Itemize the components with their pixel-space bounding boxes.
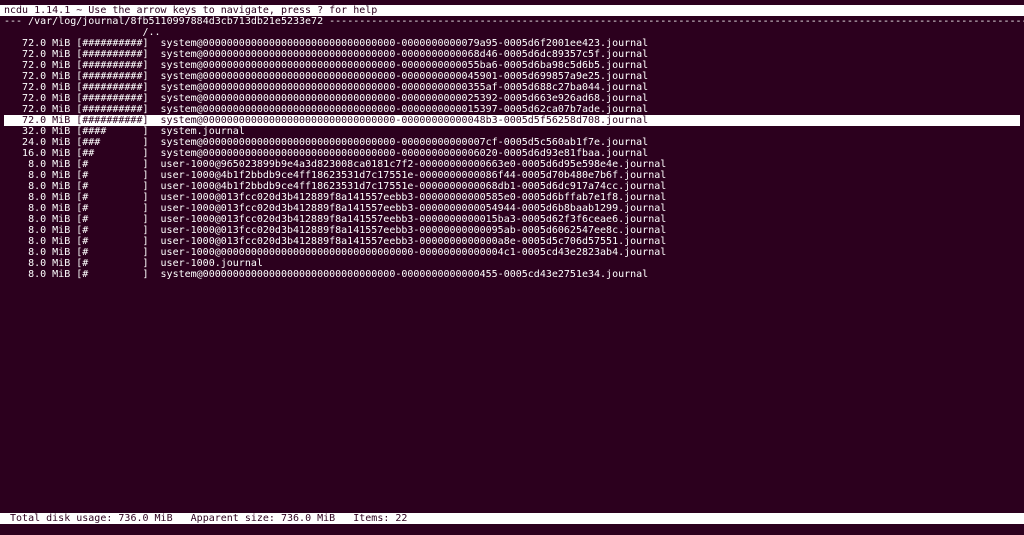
list-item[interactable]: 72.0 MiB [##########] system@00000000000… xyxy=(0,38,1024,49)
list-item[interactable]: 72.0 MiB [##########] system@00000000000… xyxy=(0,82,1024,93)
list-item[interactable]: 8.0 MiB [# ] user-1000@4b1f2bbdb9ce4ff18… xyxy=(0,181,1024,192)
app-header: ncdu 1.14.1 ~ Use the arrow keys to navi… xyxy=(0,5,1024,16)
list-item[interactable]: 8.0 MiB [# ] user-1000.journal xyxy=(0,258,1024,269)
path-prefix: --- xyxy=(4,16,22,27)
list-item[interactable]: 72.0 MiB [##########] system@00000000000… xyxy=(0,93,1024,104)
list-item[interactable]: 8.0 MiB [# ] user-1000@013fcc020d3b41288… xyxy=(0,225,1024,236)
list-item[interactable]: 8.0 MiB [# ] user-1000@4b1f2bbdb9ce4ff18… xyxy=(0,170,1024,181)
list-item[interactable]: 32.0 MiB [#### ] system.journal xyxy=(0,126,1024,137)
items-value: 22 xyxy=(395,513,407,524)
list-item[interactable]: 72.0 MiB [##########] system@00000000000… xyxy=(0,104,1024,115)
list-item[interactable]: 72.0 MiB [##########] system@00000000000… xyxy=(0,60,1024,71)
list-item[interactable]: 72.0 MiB [##########] system@00000000000… xyxy=(4,115,1020,126)
total-disk-label: Total disk usage: xyxy=(4,513,112,524)
path-dashes: ----------------------------------------… xyxy=(329,16,1024,27)
list-item[interactable]: 8.0 MiB [# ] user-1000@965023899b9e4a3d8… xyxy=(0,159,1024,170)
terminal: ncdu 1.14.1 ~ Use the arrow keys to navi… xyxy=(0,5,1024,280)
status-bar: Total disk usage: 736.0 MiB Apparent siz… xyxy=(0,513,1024,524)
total-disk-value: 736.0 MiB xyxy=(118,513,172,524)
list-item[interactable]: 8.0 MiB [# ] user-1000@013fcc020d3b41288… xyxy=(0,214,1024,225)
list-item[interactable]: 8.0 MiB [# ] user-1000@013fcc020d3b41288… xyxy=(0,236,1024,247)
list-item[interactable]: 8.0 MiB [# ] user-1000@013fcc020d3b41288… xyxy=(0,203,1024,214)
list-item[interactable]: 8.0 MiB [# ] user-1000@00000000000000000… xyxy=(0,247,1024,258)
list-item[interactable]: 8.0 MiB [# ] system@00000000000000000000… xyxy=(0,269,1024,280)
path-line: --- /var/log/journal/8fb5110997884d3cb71… xyxy=(0,16,1024,27)
list-item[interactable]: 72.0 MiB [##########] system@00000000000… xyxy=(0,71,1024,82)
items-label: Items: xyxy=(353,513,389,524)
list-item[interactable]: 16.0 MiB [## ] system@000000000000000000… xyxy=(0,148,1024,159)
parent-dir-link[interactable]: /.. xyxy=(0,27,1024,38)
list-item[interactable]: 24.0 MiB [### ] system@00000000000000000… xyxy=(0,137,1024,148)
file-list[interactable]: 72.0 MiB [##########] system@00000000000… xyxy=(0,38,1024,280)
apparent-size-value: 736.0 MiB xyxy=(281,513,335,524)
list-item[interactable]: 72.0 MiB [##########] system@00000000000… xyxy=(0,49,1024,60)
apparent-size-label: Apparent size: xyxy=(191,513,275,524)
current-path: /var/log/journal/8fb5110997884d3cb713db2… xyxy=(28,16,323,27)
list-item[interactable]: 8.0 MiB [# ] user-1000@013fcc020d3b41288… xyxy=(0,192,1024,203)
